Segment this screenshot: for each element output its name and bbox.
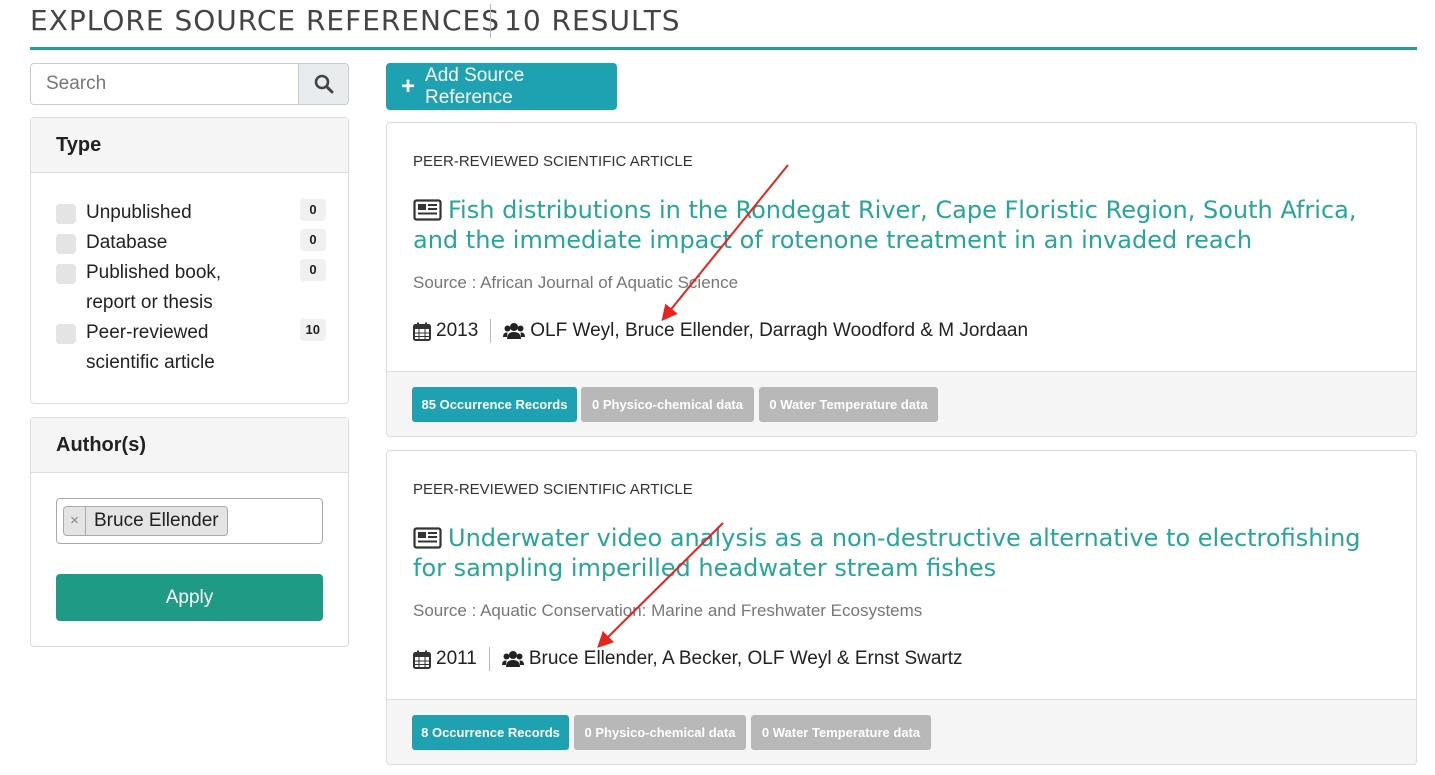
result-footer: 8 Occurrence Records 0 Physico-chemical … [387, 699, 1416, 764]
type-filter-label: Database [86, 232, 168, 253]
water-temperature-badge[interactable]: 0 Water Temperature data [751, 715, 931, 750]
add-source-reference-button[interactable]: + Add Source Reference [386, 63, 617, 110]
result-year: 2013 [436, 320, 479, 341]
result-authors: Bruce Ellender, A Becker, OLF Weyl & Ern… [528, 648, 963, 669]
result-title: Underwater video analysis as a non-destr… [413, 524, 1361, 582]
plus-icon: + [401, 72, 416, 100]
header-divider [490, 4, 491, 38]
type-filter-count: 0 [300, 199, 326, 221]
result-kind: PEER-REVIEWED SCIENTIFIC ARTICLE [413, 153, 693, 170]
type-filter-heading: Type [31, 118, 348, 173]
result-card: PEER-REVIEWED SCIENTIFIC ARTICLE Fish di… [386, 122, 1417, 437]
page-header: EXPLORE SOURCE REFERENCES 10 RESULTS [30, 0, 1417, 50]
result-year: 2011 [436, 648, 477, 669]
type-checkbox-database[interactable] [56, 234, 76, 254]
page-title: EXPLORE SOURCE REFERENCES [30, 4, 501, 37]
physico-chemical-badge[interactable]: 0 Physico-chemical data [574, 715, 746, 750]
add-source-reference-label: Add Source Reference [425, 64, 525, 108]
result-title-link[interactable]: Fish distributions in the Rondegat River… [413, 195, 1393, 255]
occurrence-records-badge[interactable]: 8 Occurrence Records [412, 715, 569, 750]
result-source: Source : Aquatic Conservation: Marine an… [413, 601, 923, 620]
apply-button[interactable]: Apply [56, 574, 323, 621]
type-filter-label: Unpublished [86, 202, 192, 223]
result-source: Source : African Journal of Aquatic Scie… [413, 273, 739, 292]
newspaper-icon [413, 527, 442, 549]
search-button[interactable] [298, 64, 348, 104]
search-input[interactable] [31, 64, 299, 104]
result-title: Fish distributions in the Rondegat River… [413, 196, 1357, 254]
result-meta: 2013 OLF Weyl, Bruce Ellender, Darragh W… [413, 318, 1028, 344]
results-count: 10 RESULTS [504, 4, 681, 37]
type-checkbox-unpublished[interactable] [56, 204, 76, 224]
calendar-icon [413, 322, 431, 341]
type-checkbox-published[interactable] [56, 264, 76, 284]
users-icon [501, 651, 524, 667]
remove-author-icon[interactable]: × [64, 507, 86, 535]
type-filter-count: 0 [300, 229, 326, 251]
type-filter-count: 10 [299, 319, 326, 341]
result-meta: 2011 Bruce Ellender, A Becker, OLF Weyl … [413, 646, 963, 672]
result-title-link[interactable]: Underwater video analysis as a non-destr… [413, 523, 1393, 583]
author-filter-panel: Author(s) × Bruce Ellender Apply [30, 417, 349, 647]
users-icon [503, 323, 526, 339]
result-footer: 85 Occurrence Records 0 Physico-chemical… [387, 371, 1416, 436]
type-filter-count: 0 [300, 259, 326, 281]
water-temperature-badge[interactable]: 0 Water Temperature data [759, 387, 938, 422]
result-card: PEER-REVIEWED SCIENTIFIC ARTICLE Underwa… [386, 450, 1417, 765]
type-filter-label: Peer-reviewed scientific article [86, 322, 215, 373]
meta-divider [488, 647, 490, 671]
physico-chemical-badge[interactable]: 0 Physico-chemical data [581, 387, 754, 422]
type-filter-label: Published book, report or thesis [86, 262, 222, 313]
author-select-field[interactable]: × Bruce Ellender [56, 498, 323, 544]
selected-author-tag: × Bruce Ellender [63, 506, 228, 536]
search-box [30, 63, 349, 105]
search-icon [314, 74, 333, 94]
type-checkbox-peer-reviewed[interactable] [56, 324, 76, 344]
author-filter-heading: Author(s) [31, 418, 348, 473]
newspaper-icon [413, 199, 442, 221]
result-kind: PEER-REVIEWED SCIENTIFIC ARTICLE [413, 481, 693, 498]
selected-author-name: Bruce Ellender [94, 510, 219, 531]
meta-divider [490, 319, 492, 343]
calendar-icon [413, 650, 431, 669]
result-authors: OLF Weyl, Bruce Ellender, Darragh Woodfo… [530, 320, 1029, 341]
occurrence-records-badge[interactable]: 85 Occurrence Records [412, 387, 577, 422]
type-filter-panel: Type Unpublished 0 Database 0 Published … [30, 117, 349, 404]
